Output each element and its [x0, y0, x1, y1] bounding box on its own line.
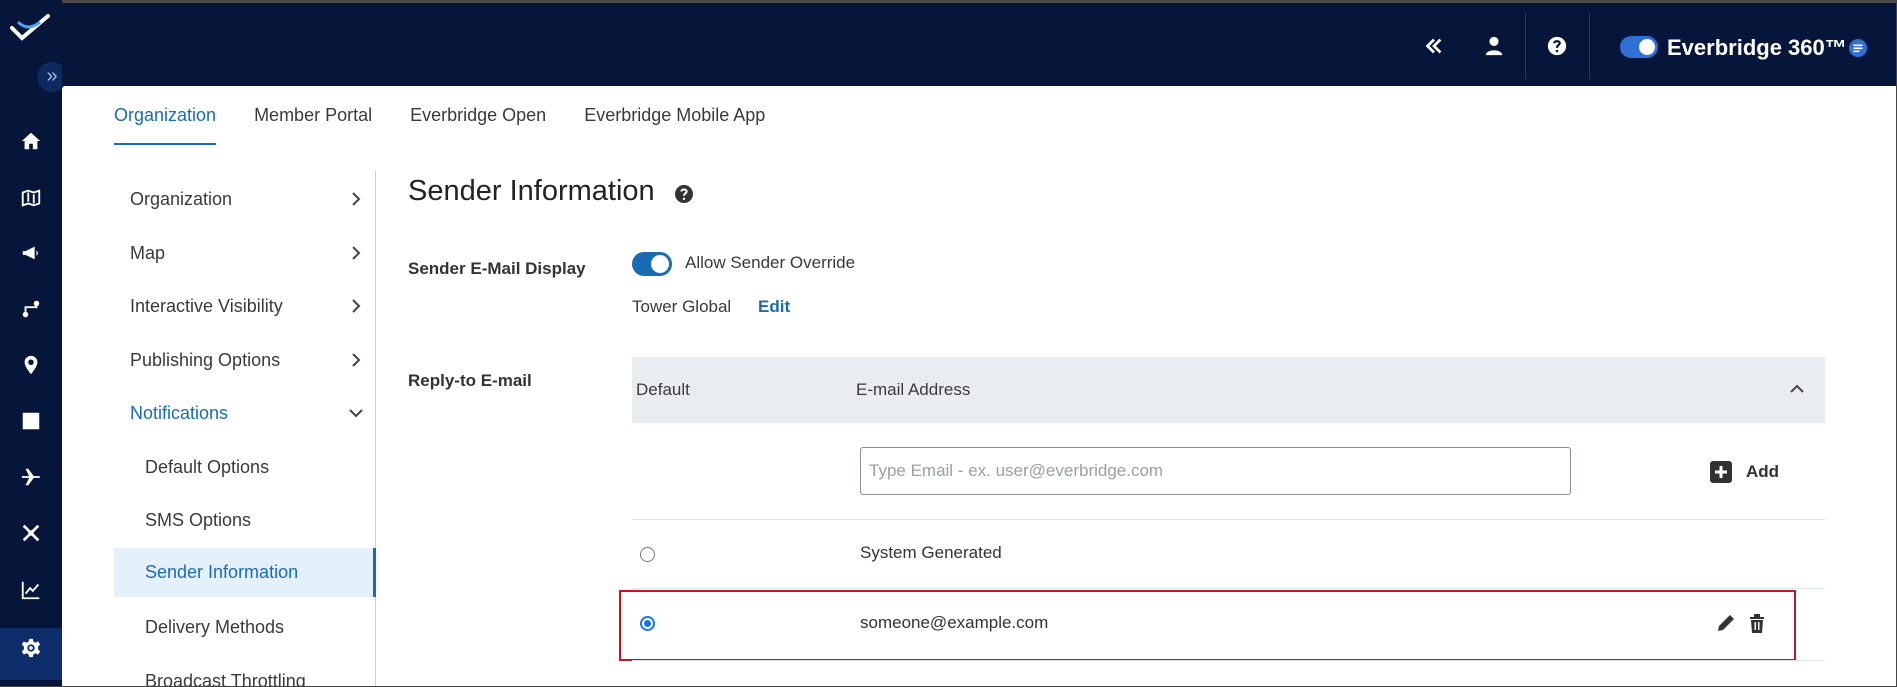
sidenav-item-sender-information[interactable]: Sender Information [114, 548, 376, 597]
megaphone-icon[interactable] [17, 239, 45, 267]
route-icon[interactable] [17, 295, 45, 323]
sidenav-item-label: Publishing Options [130, 349, 281, 370]
settings-icon[interactable] [17, 634, 45, 662]
trash-icon[interactable] [1746, 612, 1768, 634]
sidenav-item-label: Notifications [130, 402, 229, 423]
report-icon[interactable] [17, 407, 45, 435]
home-icon[interactable] [17, 127, 45, 155]
sender-email-display-label: Sender E-Mail Display [408, 259, 586, 278]
settings-sidenav: Organization Map Interactive Visibility … [114, 170, 376, 687]
column-header-email: E-mail Address [856, 380, 971, 399]
brand-name: Everbridge 360™ [1667, 35, 1847, 60]
analytics-icon[interactable] [17, 576, 45, 604]
chevron-right-icon [348, 243, 364, 263]
header-divider [1525, 13, 1526, 79]
highlighted-row-outline [619, 590, 1796, 661]
pencil-icon[interactable] [1715, 612, 1737, 634]
sidenav-item-label: SMS Options [145, 509, 252, 530]
sidenav-item-publishing-options[interactable]: Publishing Options [114, 334, 376, 386]
sidenav-item-delivery-methods[interactable]: Delivery Methods [114, 601, 376, 653]
sender-name: Tower Global [632, 297, 732, 316]
header-divider [1589, 13, 1590, 79]
sidenav-item-broadcast-throttling[interactable]: Broadcast Throttling [114, 655, 376, 687]
reply-to-email-label: Reply-to E-mail [408, 371, 532, 390]
email-system-generated: System Generated [860, 543, 1002, 562]
tab-organization[interactable]: Organization [114, 105, 217, 145]
sidenav-item-label: Delivery Methods [145, 616, 285, 637]
sidenav-item-label: Interactive Visibility [130, 295, 283, 316]
email-table-header: Default E-mail Address [632, 357, 1825, 423]
sidenav-item-label: Organization [130, 188, 233, 209]
sidenav-item-label: Map [130, 242, 166, 263]
user-icon[interactable] [1479, 31, 1509, 61]
help-icon[interactable] [674, 184, 694, 204]
sidenav-item-sms-options[interactable]: SMS Options [114, 494, 376, 546]
sidenav-item-label: Sender Information [145, 562, 299, 582]
chevron-right-icon [348, 350, 364, 370]
help-icon[interactable] [1542, 31, 1572, 61]
top-header: Everbridge 360™ [62, 0, 1897, 86]
chevron-down-icon [348, 403, 364, 423]
new-email-input[interactable] [860, 447, 1571, 495]
plus-square-icon [1710, 461, 1732, 483]
email-someone: someone@example.com [860, 613, 1049, 632]
sidenav-item-interactive-visibility[interactable]: Interactive Visibility [114, 280, 376, 332]
chevron-right-icon [348, 189, 364, 209]
sidenav-item-notifications[interactable]: Notifications [114, 387, 376, 439]
chat-icon[interactable] [1848, 38, 1868, 58]
brand-toggle[interactable] [1620, 36, 1658, 58]
map-icon[interactable] [17, 184, 45, 212]
tab-everbridge-open[interactable]: Everbridge Open [410, 105, 546, 145]
top-tabs: Organization Member Portal Everbridge Op… [114, 105, 803, 145]
row-divider [632, 588, 1825, 589]
plane-icon[interactable] [17, 463, 45, 491]
row-divider [632, 519, 1825, 520]
tab-member-portal[interactable]: Member Portal [254, 105, 372, 145]
incident-icon[interactable] [17, 519, 45, 547]
page-title: Sender Information [408, 175, 655, 207]
allow-sender-override-toggle[interactable] [632, 252, 672, 276]
sidenav-item-organization[interactable]: Organization [114, 173, 376, 225]
edit-sender-link[interactable]: Edit [758, 297, 790, 317]
left-rail: » [0, 0, 67, 687]
chevron-up-icon[interactable] [1787, 379, 1807, 399]
default-radio-system-generated[interactable] [640, 547, 655, 562]
column-header-default: Default [636, 380, 690, 399]
allow-sender-override-label: Allow Sender Override [685, 253, 856, 272]
location-pin-icon[interactable] [17, 351, 45, 379]
collapse-left-icon[interactable] [1419, 31, 1449, 61]
everbridge-logo[interactable] [10, 12, 50, 46]
sidenav-item-default-options[interactable]: Default Options [114, 441, 376, 493]
add-email-label: Add [1746, 462, 1780, 481]
default-radio-someone[interactable] [640, 616, 655, 631]
chevron-right-icon [348, 296, 364, 316]
tab-everbridge-mobile-app[interactable]: Everbridge Mobile App [584, 105, 765, 145]
add-email-button[interactable]: Add [1710, 459, 1779, 485]
row-divider [632, 660, 1825, 661]
sidenav-item-label: Broadcast Throttling [145, 670, 306, 687]
sidenav-item-label: Default Options [145, 456, 270, 477]
sidenav-item-map[interactable]: Map [114, 227, 376, 279]
